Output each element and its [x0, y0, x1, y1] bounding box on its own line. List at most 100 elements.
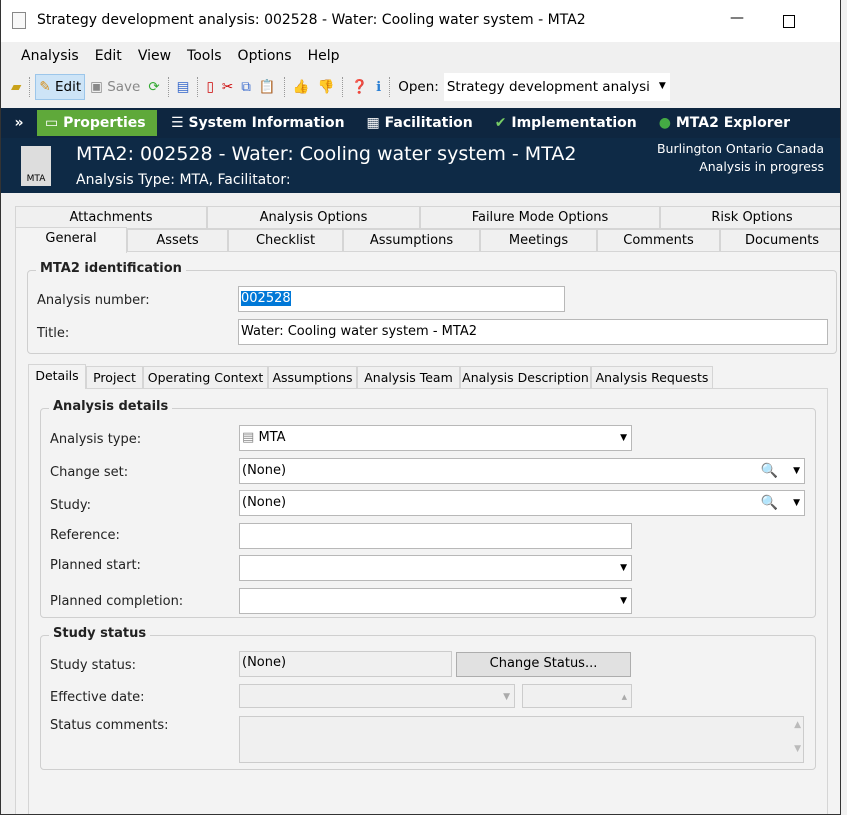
nav-facilitation[interactable]: ▦ Facilitation [359, 110, 481, 136]
maximize-button[interactable] [783, 15, 795, 28]
tab-risk-options[interactable]: Risk Options [660, 206, 840, 229]
analysis-details-group: Analysis details Analysis type: ▤ MTA ▼ C… [40, 399, 816, 618]
info-icon[interactable]: ℹ [373, 74, 384, 100]
reference-input[interactable] [239, 523, 632, 549]
title-bar: Strategy development analysis: 002528 - … [1, 0, 840, 42]
tab-attachments[interactable]: Attachments [15, 206, 207, 229]
nav-properties[interactable]: ▭ Properties [37, 110, 157, 136]
document-icon: ▤ [242, 430, 255, 445]
chevron-down-icon[interactable]: ▼ [793, 459, 800, 483]
tab-comments[interactable]: Comments [597, 229, 720, 252]
change-set-value: (None) [242, 463, 287, 478]
chevron-down-icon: ▼ [620, 433, 627, 443]
title-label: Title: [37, 326, 70, 341]
nav-system-information[interactable]: ☰ System Information [163, 110, 353, 136]
menu-view[interactable]: View [138, 48, 171, 64]
tab-assumptions[interactable]: Assumptions [343, 229, 480, 252]
paste-icon[interactable]: 📋 [256, 74, 279, 100]
change-set-label: Change set: [50, 465, 129, 480]
tab-meetings[interactable]: Meetings [480, 229, 597, 252]
icon-label: MTA [26, 174, 46, 184]
tab-failure-mode-options[interactable]: Failure Mode Options [420, 206, 660, 229]
menu-edit[interactable]: Edit [95, 48, 122, 64]
analysis-number-label: Analysis number: [37, 293, 150, 308]
subtab-operating-context[interactable]: Operating Context [143, 366, 268, 389]
study-status-label: Study status: [50, 658, 136, 673]
save-button[interactable]: ▣ Save [87, 74, 143, 100]
menu-options[interactable]: Options [238, 48, 292, 64]
nav-bar: » ▭ Properties ☰ System Information ▦ Fa… [1, 108, 840, 138]
pencil-icon: ✎ [39, 79, 51, 95]
search-icon[interactable]: 🔍 [761, 459, 778, 483]
chevron-down-icon: ▼ [503, 692, 510, 702]
effective-date-input: ▼ [239, 684, 515, 708]
study-status-group: Study status Study status: (None) Change… [40, 626, 816, 770]
properties-icon: ▭ [45, 115, 59, 131]
planned-completion-dropdown[interactable]: ▼ [239, 588, 632, 614]
tab-assets[interactable]: Assets [127, 229, 228, 252]
analysis-type-value: MTA [258, 430, 286, 445]
analysis-type-label: Analysis type: [50, 432, 142, 447]
thumbs-up-icon[interactable]: 👍 [290, 74, 313, 100]
group-title: Analysis details [49, 399, 173, 414]
minimize-button[interactable]: — [730, 10, 744, 26]
subtab-analysis-requests[interactable]: Analysis Requests [591, 366, 713, 389]
status-comments-label: Status comments: [50, 718, 169, 733]
change-set-input[interactable]: (None) 🔍 ▼ [239, 458, 805, 484]
refresh-icon[interactable]: ⟳ [145, 74, 162, 100]
search-icon[interactable]: 🔍 [761, 491, 778, 515]
tab-analysis-options[interactable]: Analysis Options [207, 206, 420, 229]
analysis-number-input[interactable]: 002528 [238, 286, 565, 312]
tab-checklist[interactable]: Checklist [228, 229, 343, 252]
analysis-type-dropdown[interactable]: ▤ MTA ▼ [239, 425, 632, 451]
open-folder-icon[interactable]: ▰ [8, 74, 24, 100]
title-input[interactable]: Water: Cooling water system - MTA2 [238, 319, 828, 345]
cut-icon[interactable]: ✂ [219, 74, 236, 100]
open-dropdown[interactable]: Strategy development analysi ▼ [443, 73, 670, 101]
nav-label: Facilitation [384, 115, 473, 131]
menu-tools[interactable]: Tools [187, 48, 222, 64]
subtab-assumptions[interactable]: Assumptions [268, 366, 357, 389]
subtab-analysis-description[interactable]: Analysis Description [460, 366, 591, 389]
thumbs-down-icon[interactable]: 👎 [314, 74, 337, 100]
collapse-icon[interactable]: » [1, 115, 37, 131]
subtab-project[interactable]: Project [86, 366, 143, 389]
chevron-down-icon: ▼ [620, 563, 627, 573]
copy-icon[interactable]: ⧉ [238, 74, 254, 100]
header-title: MTA2: 002528 - Water: Cooling water syst… [76, 143, 577, 165]
details-panel: Analysis details Analysis type: ▤ MTA ▼ C… [28, 388, 828, 814]
toolbar: ▰ ✎ Edit ▣ Save ⟳ ▤ ▯ ✂ ⧉ 📋 👍 👎 ❓ ℹ Open… [1, 70, 840, 104]
study-input[interactable]: (None) 🔍 ▼ [239, 490, 805, 516]
menu-analysis[interactable]: Analysis [21, 48, 79, 64]
edit-button[interactable]: ✎ Edit [35, 74, 86, 100]
tab-general[interactable]: General [15, 227, 127, 253]
open-dropdown-value: Strategy development analysi [446, 79, 650, 95]
delete-icon[interactable]: ▯ [203, 74, 216, 100]
study-status-value: (None) [239, 651, 452, 677]
edit-label: Edit [55, 79, 82, 95]
new-document-icon[interactable]: ▤ [174, 74, 193, 100]
menu-help[interactable]: Help [308, 48, 340, 64]
header-status: Analysis in progress [699, 159, 824, 174]
status-comments-textarea: ▲ ▼ [239, 716, 804, 763]
subtab-analysis-team[interactable]: Analysis Team [357, 366, 460, 389]
nav-label: MTA2 Explorer [675, 115, 791, 131]
subtab-details[interactable]: Details [28, 364, 86, 389]
nav-mta2-explorer[interactable]: ● MTA2 Explorer [651, 110, 798, 136]
help-icon[interactable]: ❓ [348, 74, 371, 100]
tab-documents[interactable]: Documents [720, 229, 840, 252]
header-subtitle: Analysis Type: MTA, Facilitator: [76, 172, 291, 188]
analysis-header: MTA MTA2: 002528 - Water: Cooling water … [1, 138, 840, 193]
effective-time-input: ▲▼ [522, 684, 632, 725]
scrollbar[interactable]: ▲ ▼ [794, 719, 801, 755]
planned-start-dropdown[interactable]: ▼ [239, 555, 632, 581]
header-location: Burlington Ontario Canada [656, 141, 824, 156]
identification-group: MTA2 identification Analysis number: 002… [27, 261, 837, 354]
change-status-button[interactable]: Change Status... [456, 652, 631, 677]
menu-bar: Analysis Edit View Tools Options Help [1, 42, 840, 70]
planned-start-label: Planned start: [50, 558, 141, 573]
chevron-down-icon[interactable]: ▼ [793, 491, 800, 515]
mta-document-icon: MTA [21, 146, 51, 186]
effective-date-label: Effective date: [50, 690, 145, 705]
nav-implementation[interactable]: ✔ Implementation [487, 110, 645, 136]
